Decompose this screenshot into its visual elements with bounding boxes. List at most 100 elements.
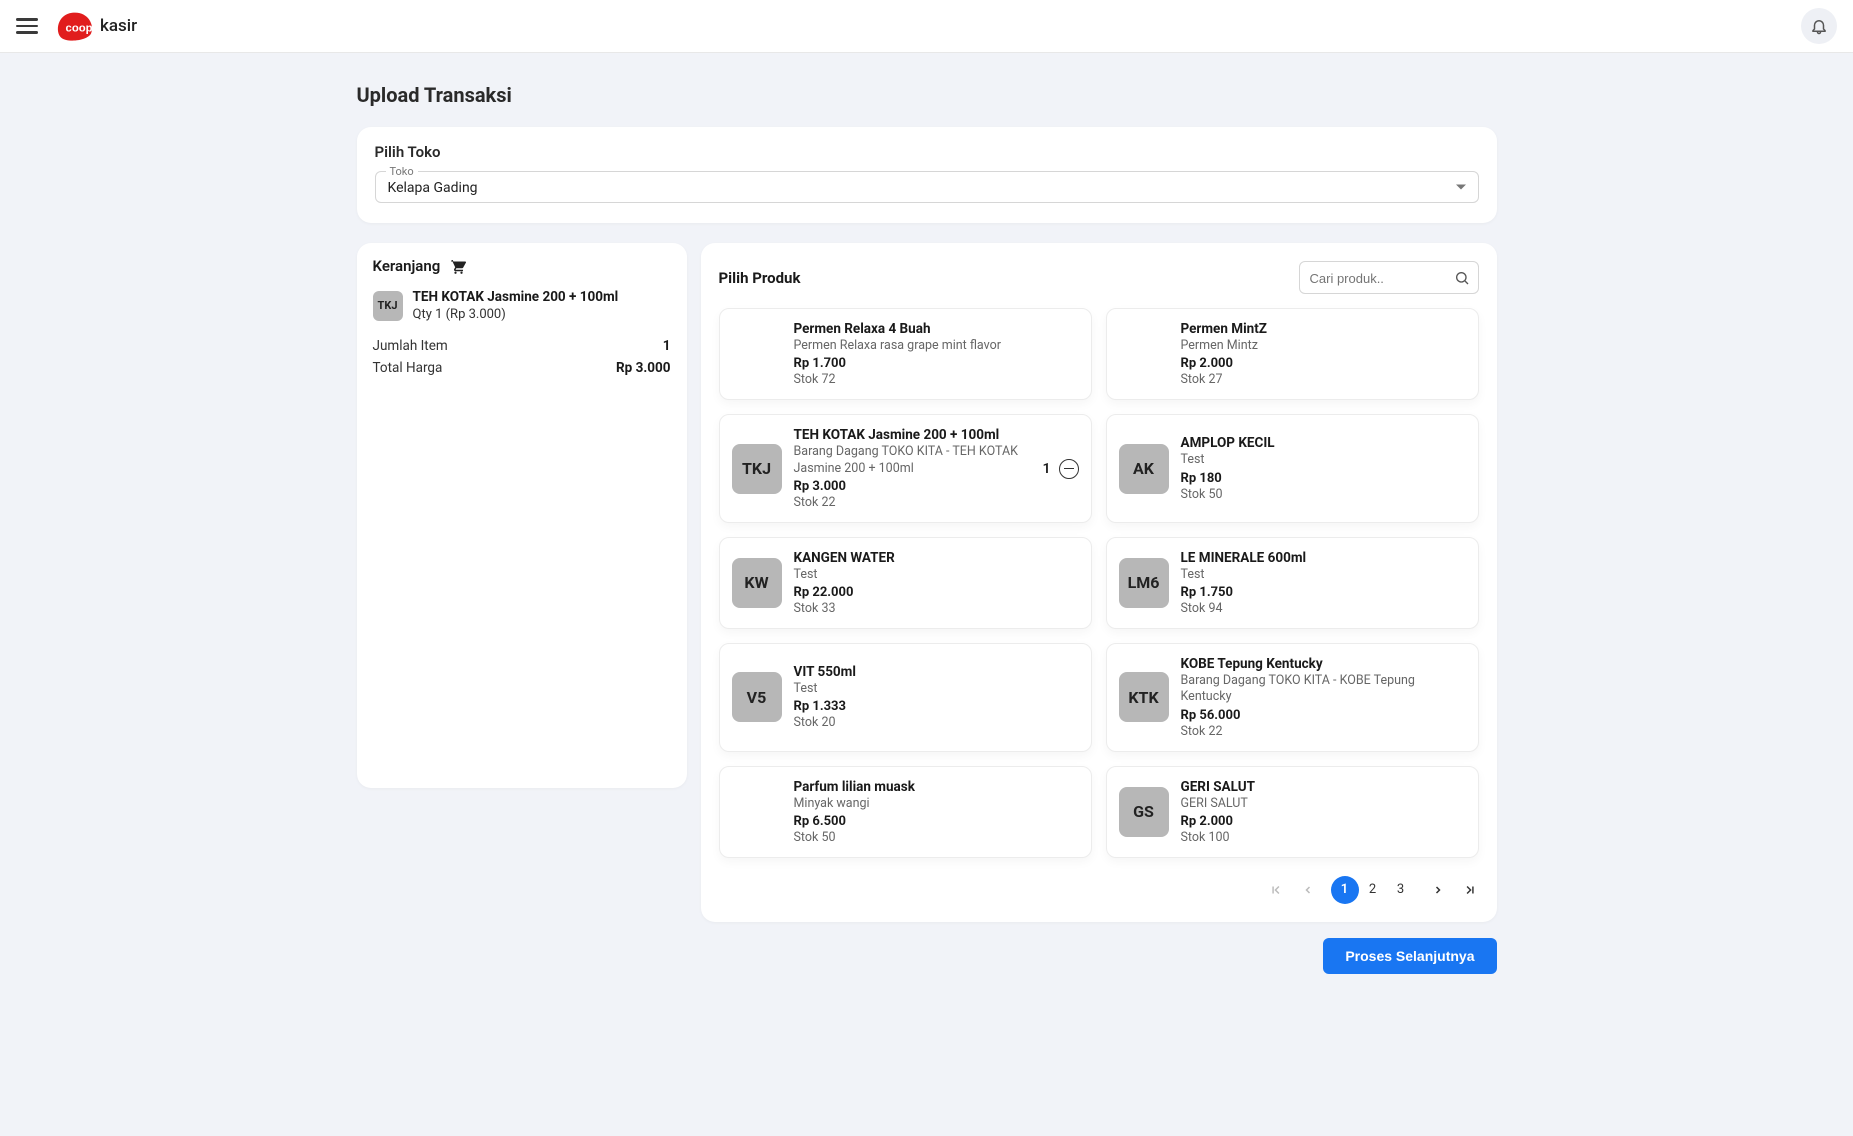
page-number-1[interactable]: 1 — [1331, 876, 1359, 904]
chevron-right-icon — [1432, 884, 1444, 896]
product-price: Rp 1.333 — [794, 699, 1079, 714]
products-title: Pilih Produk — [719, 269, 801, 287]
page-title: Upload Transaksi — [357, 83, 1497, 107]
cart-item-name: TEH KOTAK Jasmine 200 + 100ml — [413, 289, 671, 305]
product-item[interactable]: Permen Relaxa 4 BuahPermen Relaxa rasa g… — [719, 308, 1092, 400]
product-name: AMPLOP KECIL — [1181, 435, 1466, 451]
product-desc: Barang Dagang TOKO KITA - TEH KOTAK Jasm… — [794, 444, 1031, 477]
svg-text:coop: coop — [66, 23, 93, 35]
cart-total-label: Total Harga — [373, 360, 443, 376]
pagination: 123 — [719, 876, 1479, 904]
topbar: coop kasir — [0, 0, 1853, 53]
product-thumb — [1119, 329, 1169, 379]
page-last-button[interactable] — [1461, 883, 1479, 897]
page-number-3[interactable]: 3 — [1387, 876, 1415, 904]
cart-item: TKJ TEH KOTAK Jasmine 200 + 100ml Qty 1 (R… — [373, 289, 671, 322]
hamburger-menu-button[interactable] — [16, 15, 38, 37]
product-item[interactable]: GSGERI SALUTGERI SALUTRp 2.000Stok 100 — [1106, 766, 1479, 858]
product-item[interactable]: Permen MintZPermen Mintz Rp 2.000Stok 27 — [1106, 308, 1479, 400]
notifications-button[interactable] — [1801, 8, 1837, 44]
product-name: VIT 550ml — [794, 664, 1079, 680]
product-stock: Stok 22 — [1181, 724, 1466, 739]
product-search-wrap — [1299, 261, 1479, 294]
product-price: Rp 22.000 — [794, 585, 1079, 600]
product-stock: Stok 72 — [794, 372, 1079, 387]
page-prev-button[interactable] — [1299, 884, 1317, 896]
product-name: KOBE Tepung Kentucky — [1181, 656, 1466, 672]
product-desc: Test — [1181, 452, 1466, 468]
product-thumb — [732, 329, 782, 379]
product-item[interactable]: TKJ TEH KOTAK Jasmine 200 + 100mlBarang D… — [719, 414, 1092, 523]
bell-icon — [1810, 17, 1828, 35]
store-selector-card: Pilih Toko Toko Kelapa Gading — [357, 127, 1497, 223]
coop-logo-icon: coop — [52, 9, 98, 43]
product-item[interactable]: Parfum lilian muaskMinyak wangiRp 6.500S… — [719, 766, 1092, 858]
product-desc: Test — [1181, 567, 1466, 583]
product-price: Rp 2.000 — [1181, 814, 1466, 829]
proceed-button[interactable]: Proses Selanjutnya — [1323, 938, 1496, 974]
product-thumb: GS — [1119, 787, 1169, 837]
product-qty-value: 1 — [1043, 461, 1051, 477]
cart-item-qty-line: Qty 1 (Rp 3.000) — [413, 307, 671, 322]
store-select[interactable]: Toko Kelapa Gading — [375, 171, 1479, 203]
product-price: Rp 3.000 — [794, 479, 1031, 494]
product-desc: Test — [794, 681, 1079, 697]
product-decrement-button[interactable] — [1059, 459, 1079, 479]
product-thumb: AK — [1119, 444, 1169, 494]
product-name: LE MINERALE 600ml — [1181, 550, 1466, 566]
cart-item-count: 1 — [663, 338, 671, 354]
product-price: Rp 1.750 — [1181, 585, 1466, 600]
product-name: Permen Relaxa 4 Buah — [794, 321, 1079, 337]
chevron-left-icon — [1302, 884, 1314, 896]
product-thumb — [732, 787, 782, 837]
product-item[interactable]: LM6LE MINERALE 600mlTestRp 1.750Stok 94 — [1106, 537, 1479, 629]
chevron-down-icon — [1456, 185, 1466, 190]
cart-icon — [448, 257, 466, 275]
page-number-2[interactable]: 2 — [1359, 876, 1387, 904]
product-stock: Stok 50 — [794, 830, 1079, 845]
store-selected-value: Kelapa Gading — [388, 180, 1466, 196]
product-item[interactable]: KTK KOBE Tepung KentuckyBarang Dagang TOK… — [1106, 643, 1479, 752]
product-thumb: TKJ — [732, 444, 782, 494]
cart-header: Keranjang — [373, 257, 671, 275]
product-item[interactable]: KW KANGEN WATERTest Rp 22.000Stok 33 — [719, 537, 1092, 629]
product-thumb: KTK — [1119, 672, 1169, 722]
product-item[interactable]: V5VIT 550mlTestRp 1.333Stok 20 — [719, 643, 1092, 752]
product-price: Rp 180 — [1181, 471, 1466, 486]
product-stock: Stok 50 — [1181, 487, 1466, 502]
cart-card: Keranjang TKJ TEH KOTAK Jasmine 200 + 100… — [357, 243, 687, 788]
product-price: Rp 6.500 — [794, 814, 1079, 829]
cart-item-thumb: TKJ — [373, 291, 403, 321]
search-icon — [1454, 270, 1470, 286]
product-desc: Test — [794, 567, 1079, 583]
product-thumb: V5 — [732, 672, 782, 722]
product-price: Rp 2.000 — [1181, 356, 1466, 371]
cart-title: Keranjang — [373, 257, 441, 275]
app-logo: coop kasir — [52, 9, 137, 43]
product-thumb: KW — [732, 558, 782, 608]
store-section-label: Pilih Toko — [375, 143, 1479, 161]
page-first-button[interactable] — [1267, 883, 1285, 897]
product-name: TEH KOTAK Jasmine 200 + 100ml — [794, 427, 1031, 443]
app-logo-text: kasir — [100, 16, 137, 36]
page-next-button[interactable] — [1429, 884, 1447, 896]
product-item[interactable]: AK AMPLOP KECILTest Rp 180Stok 50 — [1106, 414, 1479, 523]
product-search-input[interactable] — [1310, 271, 1444, 286]
page-last-icon — [1463, 883, 1477, 897]
product-price: Rp 1.700 — [794, 356, 1079, 371]
products-card: Pilih Produk Permen Relaxa 4 BuahPermen … — [701, 243, 1497, 922]
product-name: KANGEN WATER — [794, 550, 1079, 566]
product-stock: Stok 33 — [794, 601, 1079, 616]
product-desc: Minyak wangi — [794, 796, 1079, 812]
product-desc: Barang Dagang TOKO KITA - KOBE Tepung Ke… — [1181, 673, 1466, 706]
store-float-label: Toko — [386, 165, 418, 178]
product-stock: Stok 27 — [1181, 372, 1466, 387]
product-name: GERI SALUT — [1181, 779, 1466, 795]
product-name: Permen MintZ — [1181, 321, 1466, 337]
cart-total: Rp 3.000 — [616, 360, 671, 376]
product-stock: Stok 22 — [794, 495, 1031, 510]
page-first-icon — [1269, 883, 1283, 897]
product-desc: Permen Mintz — [1181, 338, 1466, 354]
cart-item-count-label: Jumlah Item — [373, 338, 448, 354]
product-desc: GERI SALUT — [1181, 796, 1466, 812]
